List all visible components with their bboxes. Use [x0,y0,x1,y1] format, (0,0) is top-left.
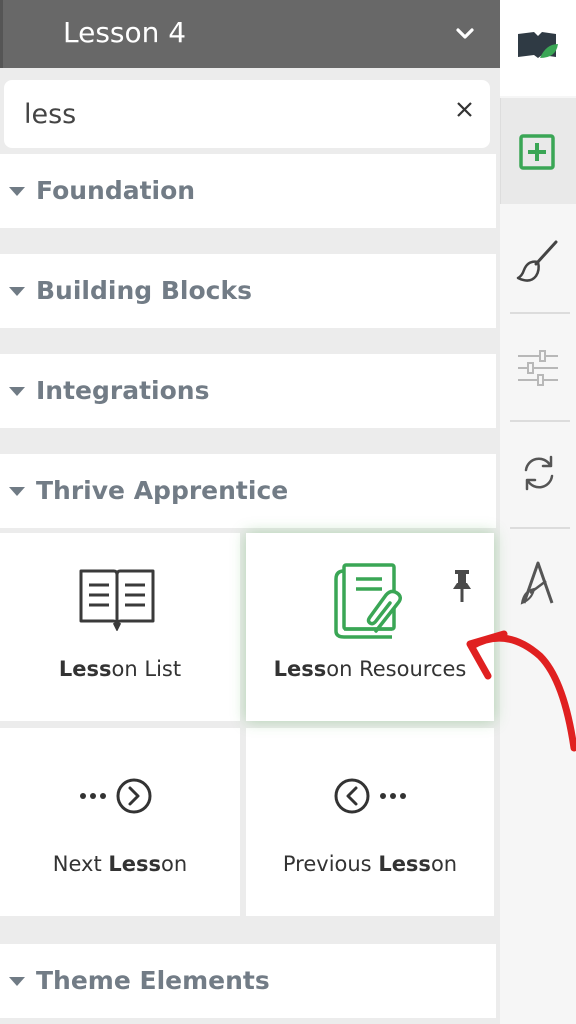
right-toolbar [500,0,576,1024]
sliders-icon [518,350,558,386]
toolbar-settings[interactable] [500,316,576,416]
toolbar-thrive-architect[interactable] [500,531,576,631]
section-thrive-apprentice[interactable]: Thrive Apprentice [0,454,496,528]
next-arrow-icon [80,778,152,814]
section-label: Integrations [36,376,210,405]
caret-down-icon [9,977,25,986]
section-label: Building Blocks [36,276,252,305]
element-label: Lesson Resources [273,657,467,681]
previous-arrow-icon [334,778,406,814]
caret-down-icon [9,387,25,396]
refresh-icon [524,455,554,491]
search-input[interactable] [24,94,434,134]
previous-lesson-element[interactable]: Previous Lesson [246,728,494,916]
resources-book-icon [334,563,402,639]
toolbar-add-element[interactable] [500,98,576,204]
caret-down-icon [9,287,25,296]
lesson-resources-element[interactable]: Lesson Resources [246,533,494,721]
book-leaf-icon [518,32,558,58]
lesson-list-element[interactable]: Lesson List [0,533,240,721]
thrive-logo-icon [520,561,554,605]
chevron-down-icon[interactable] [455,26,475,42]
toolbar-style[interactable] [500,208,576,308]
toolbar-separator [510,312,570,314]
element-label: Previous Lesson [282,852,458,876]
add-element-icon [519,134,555,170]
toolbar-separator [510,527,570,529]
clear-search-icon[interactable] [456,101,473,118]
section-label: Foundation [36,176,196,205]
section-label: Thrive Apprentice [36,476,289,505]
brush-icon [516,240,558,282]
lesson-selector[interactable]: Lesson 4 [0,0,500,68]
elements-panel: Lesson 4 Foundation Building Blocks Inte… [0,0,500,1024]
section-theme-elements[interactable]: Theme Elements [0,944,496,1018]
section-integrations[interactable]: Integrations [0,354,496,428]
section-foundation[interactable]: Foundation [0,154,496,228]
pin-icon[interactable] [452,569,472,603]
lesson-title: Lesson 4 [63,16,187,49]
search-box [4,80,490,148]
element-label: Next Lesson [52,852,188,876]
element-label: Lesson List [58,657,182,681]
next-lesson-element[interactable]: Next Lesson [0,728,240,916]
toolbar-logo[interactable] [500,0,576,96]
open-book-icon [79,569,155,631]
section-label: Theme Elements [36,966,270,995]
toolbar-revisions[interactable] [500,424,576,524]
section-building-blocks[interactable]: Building Blocks [0,254,496,328]
caret-down-icon [9,187,25,196]
caret-down-icon [9,487,25,496]
toolbar-separator [510,420,570,422]
